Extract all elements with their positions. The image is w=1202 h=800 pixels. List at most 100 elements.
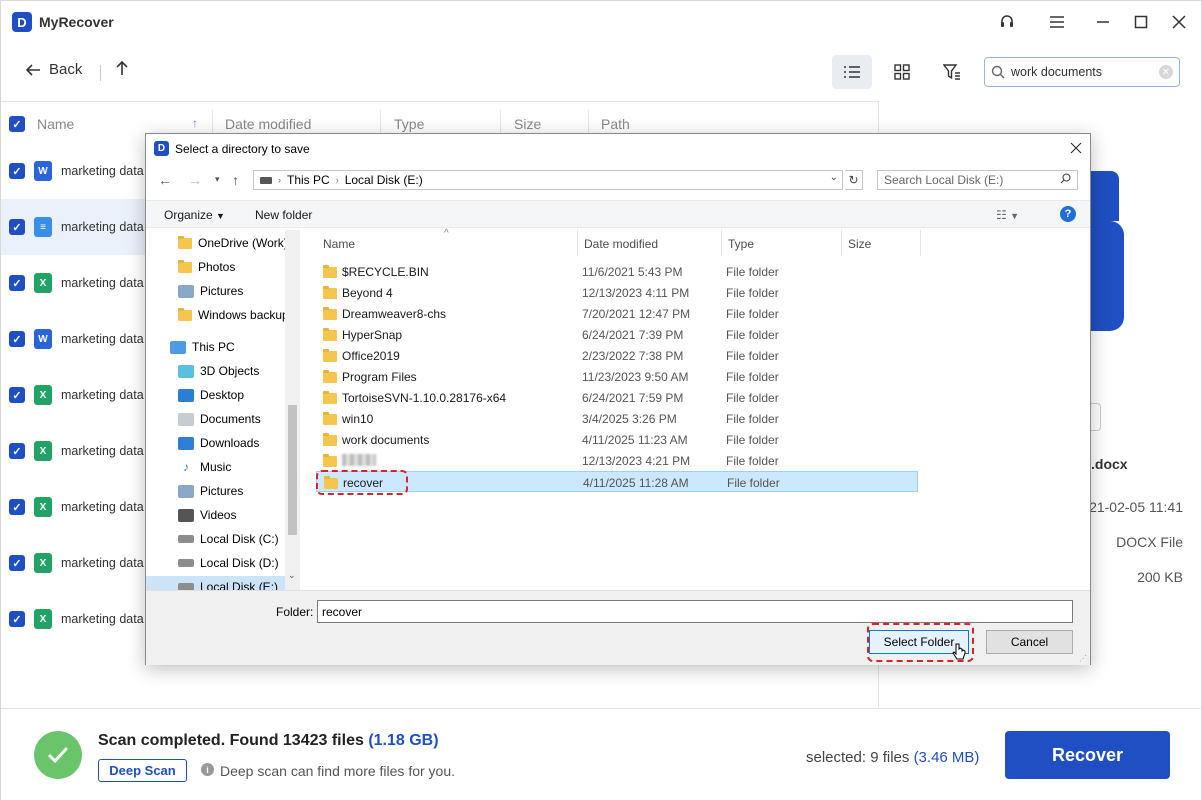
app-title: MyRecover [39, 14, 114, 30]
nav-forward-icon[interactable]: → [188, 172, 202, 188]
nav-item-onedrive[interactable]: OneDrive (Work) [178, 232, 288, 254]
command-bar: Organize ▼ New folder ☷ ▼ ? [146, 200, 1090, 228]
nav-item-label: Downloads [200, 436, 260, 450]
address-dropdown-icon[interactable]: ⌄ [830, 172, 838, 183]
column-date-modified[interactable]: Date modified [225, 116, 311, 132]
clear-search-icon[interactable]: ✕ [1159, 65, 1173, 79]
minimize-icon[interactable] [1091, 10, 1115, 34]
folder-row[interactable]: $RECYCLE.BIN 11/6/2021 5:43 PM File folder [316, 261, 918, 282]
list-view-icon[interactable] [832, 55, 872, 89]
folder-row[interactable]: 12/13/2023 4:21 PM File folder [316, 450, 918, 471]
nav-item-pictures[interactable]: Pictures [178, 280, 243, 302]
scroll-down-icon[interactable]: ⌄ [288, 570, 296, 581]
folder-input[interactable]: recover [317, 600, 1073, 623]
document-file-icon: ≡ [34, 217, 52, 237]
excel-file-icon: X [34, 553, 52, 573]
column-type[interactable]: Type [728, 237, 754, 251]
folder-row[interactable]: HyperSnap 6/24/2021 7:39 PM File folder [316, 324, 918, 345]
view-options-icon[interactable]: ☷ ▼ [996, 208, 1019, 222]
search-input[interactable]: work documents ✕ [984, 57, 1180, 87]
refresh-icon[interactable]: ↻ [845, 170, 863, 190]
nav-item-documents[interactable]: Documents [178, 408, 261, 430]
nav-item-pictures-2[interactable]: Pictures [178, 480, 243, 502]
folder-label: Folder: [276, 605, 314, 619]
row-checkbox[interactable]: ✓ [9, 219, 25, 235]
back-button[interactable]: Back [25, 61, 82, 78]
row-checkbox[interactable]: ✓ [9, 275, 25, 291]
folder-row[interactable]: win10 3/4/2025 3:26 PM File folder [316, 408, 918, 429]
folder-row[interactable]: Beyond 4 12/13/2023 4:11 PM File folder [316, 282, 918, 303]
recover-button[interactable]: Recover [1005, 731, 1170, 779]
column-size[interactable]: Size [848, 237, 871, 251]
column-size[interactable]: Size [514, 116, 541, 132]
breadcrumb-this-pc[interactable]: This PC [287, 173, 330, 187]
column-date-modified[interactable]: Date modified [584, 237, 658, 251]
nav-item-windows-backup[interactable]: Windows backup [178, 304, 289, 326]
breadcrumb-chevron-icon: › [335, 175, 339, 185]
organize-button[interactable]: Organize ▼ [164, 208, 225, 222]
row-checkbox[interactable]: ✓ [9, 555, 25, 571]
folder-type: File folder [726, 349, 779, 363]
nav-scrollbar[interactable]: ⌄ [285, 230, 300, 590]
nav-item-desktop[interactable]: Desktop [178, 384, 244, 406]
help-icon[interactable]: ? [1060, 206, 1076, 222]
row-checkbox[interactable]: ✓ [9, 387, 25, 403]
folder-row[interactable]: Dreamweaver8-chs 7/20/2021 12:47 PM File f… [316, 303, 918, 324]
nav-item-local-disk-d[interactable]: Local Disk (D:) [178, 552, 279, 574]
nav-item-local-disk-c[interactable]: Local Disk (C:) [178, 528, 279, 550]
column-name[interactable]: Name [323, 237, 355, 251]
row-checkbox[interactable]: ✓ [9, 443, 25, 459]
folder-type: File folder [726, 454, 779, 468]
folder-name: Beyond 4 [342, 286, 393, 300]
address-bar[interactable]: › This PC › Local Disk (E:) ⌄ [253, 170, 843, 190]
nav-item-label: Photos [198, 260, 236, 274]
folder-row[interactable]: Office2019 2/23/2022 7:38 PM File folder [316, 345, 918, 366]
excel-file-icon: X [34, 385, 52, 405]
row-checkbox[interactable]: ✓ [9, 499, 25, 515]
resize-grip-icon[interactable]: ⋰ [1079, 654, 1087, 663]
drive-icon [178, 559, 194, 567]
nav-item-music[interactable]: ♪ Music [178, 456, 231, 478]
menu-icon[interactable] [1045, 10, 1069, 34]
maximize-icon[interactable] [1129, 10, 1153, 34]
app-logo-icon: D [12, 12, 32, 32]
cancel-button[interactable]: Cancel [986, 630, 1073, 654]
column-path[interactable]: Path [601, 116, 630, 132]
grid-view-icon[interactable] [882, 55, 922, 89]
dialog-search-placeholder: Search Local Disk (E:) [884, 173, 1004, 187]
nav-item-this-pc[interactable]: This PC [170, 336, 235, 358]
nav-item-videos[interactable]: Videos [178, 504, 236, 526]
folder-row[interactable]: work documents 4/11/2025 11:23 AM File fol… [316, 429, 918, 450]
nav-up-icon[interactable]: ↑ [232, 172, 239, 188]
row-checkbox[interactable]: ✓ [9, 163, 25, 179]
close-icon[interactable] [1167, 10, 1191, 34]
nav-scrollbar-thumb[interactable] [288, 405, 297, 535]
nav-item-local-disk-e[interactable]: Local Disk (E:) [146, 576, 285, 590]
dialog-search-input[interactable]: Search Local Disk (E:) [877, 170, 1078, 190]
dialog-close-icon[interactable] [1070, 138, 1082, 159]
nav-item-photos[interactable]: Photos [178, 256, 235, 278]
row-checkbox[interactable]: ✓ [9, 331, 25, 347]
up-arrow-icon[interactable] [115, 60, 129, 81]
folder-row[interactable]: TortoiseSVN-1.10.0.28176-x64 6/24/2021 7:… [316, 387, 918, 408]
folder-icon [178, 259, 192, 273]
nav-back-icon[interactable]: ← [158, 172, 172, 188]
row-checkbox[interactable]: ✓ [9, 611, 25, 627]
column-type[interactable]: Type [394, 116, 424, 132]
deep-scan-button[interactable]: Deep Scan [98, 759, 187, 782]
sort-arrow-icon: ↑ [192, 116, 198, 130]
nav-item-downloads[interactable]: Downloads [178, 432, 259, 454]
breadcrumb-chevron-icon: › [278, 175, 281, 185]
preview-date: 21-02-05 11:41 [1089, 499, 1183, 515]
column-name[interactable]: Name [37, 116, 74, 132]
filter-icon[interactable] [932, 55, 972, 89]
support-headset-icon[interactable] [995, 10, 1019, 34]
recent-locations-icon[interactable]: ▾ [215, 174, 220, 185]
folder-row[interactable]: Program Files 11/23/2023 9:50 AM File fold… [316, 366, 918, 387]
preview-filename: .docx [1091, 456, 1128, 472]
breadcrumb-local-disk-e[interactable]: Local Disk (E:) [345, 173, 423, 187]
select-all-checkbox[interactable]: ✓ [9, 116, 25, 132]
nav-item-3d-objects[interactable]: 3D Objects [178, 360, 259, 382]
new-folder-button[interactable]: New folder [255, 208, 312, 222]
blurred-folder-name [342, 454, 376, 469]
